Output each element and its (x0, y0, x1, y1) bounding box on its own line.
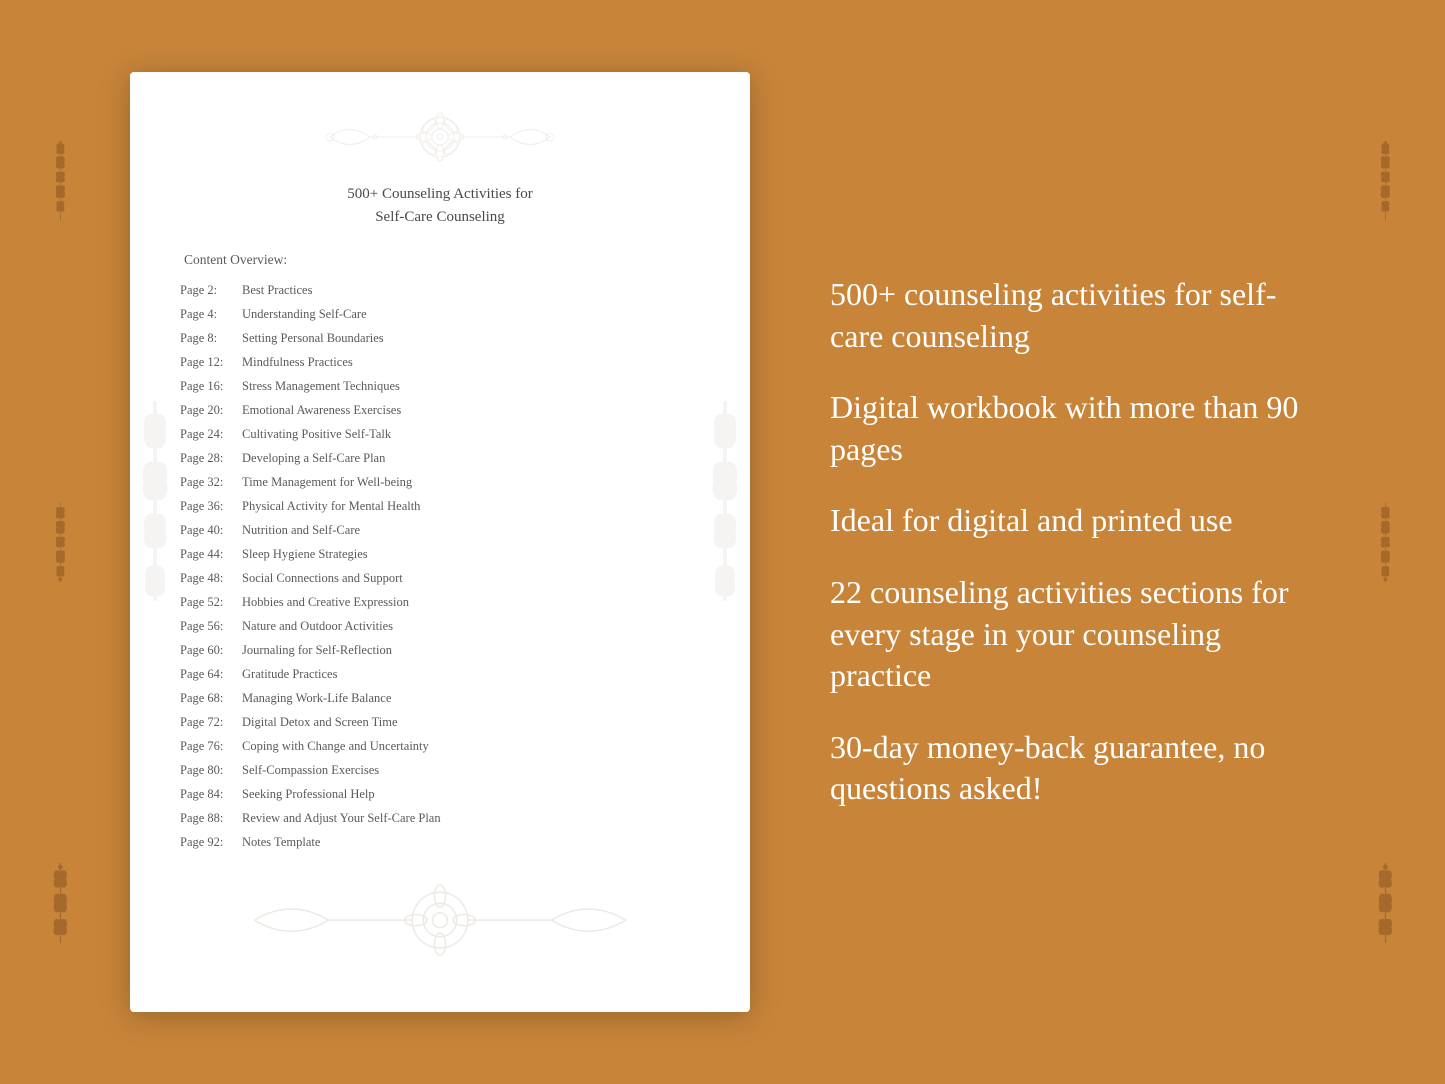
feature-text-4: 22 counseling activities sections for ev… (830, 572, 1315, 697)
content-overview-label: Content Overview: (184, 252, 700, 268)
toc-item: Page 8:Setting Personal Boundaries (180, 328, 700, 348)
toc-page-number: Page 28: (180, 448, 242, 468)
toc-item-title: Emotional Awareness Exercises (242, 400, 401, 420)
toc-page-number: Page 40: (180, 520, 242, 540)
toc-page-number: Page 88: (180, 808, 242, 828)
toc-item-title: Journaling for Self-Reflection (242, 640, 392, 660)
toc-page-number: Page 76: (180, 736, 242, 756)
toc-item-title: Stress Management Techniques (242, 376, 400, 396)
toc-item: Page 16:Stress Management Techniques (180, 376, 700, 396)
toc-page-number: Page 64: (180, 664, 242, 684)
toc-list: Page 2:Best PracticesPage 4:Understandin… (180, 280, 700, 852)
toc-item-title: Hobbies and Creative Expression (242, 592, 409, 612)
toc-item: Page 76:Coping with Change and Uncertain… (180, 736, 700, 756)
toc-item-title: Physical Activity for Mental Health (242, 496, 420, 516)
toc-item: Page 32:Time Management for Well-being (180, 472, 700, 492)
toc-item-title: Seeking Professional Help (242, 784, 375, 804)
toc-item-title: Developing a Self-Care Plan (242, 448, 385, 468)
toc-item: Page 48:Social Connections and Support (180, 568, 700, 588)
toc-page-number: Page 2: (180, 280, 242, 300)
toc-page-number: Page 56: (180, 616, 242, 636)
feature-text-1: 500+ counseling activities for self-care… (830, 274, 1315, 357)
toc-item: Page 52:Hobbies and Creative Expression (180, 592, 700, 612)
toc-item-title: Managing Work-Life Balance (242, 688, 391, 708)
toc-item: Page 88:Review and Adjust Your Self-Care… (180, 808, 700, 828)
toc-item-title: Coping with Change and Uncertainty (242, 736, 429, 756)
document-preview: 500+ Counseling Activities for Self-Care… (130, 72, 750, 1012)
toc-item-title: Digital Detox and Screen Time (242, 712, 398, 732)
toc-item: Page 24:Cultivating Positive Self-Talk (180, 424, 700, 444)
toc-item-title: Sleep Hygiene Strategies (242, 544, 368, 564)
doc-title-line1: 500+ Counseling Activities for (347, 186, 533, 202)
toc-page-number: Page 92: (180, 832, 242, 852)
feature-text-2: Digital workbook with more than 90 pages (830, 387, 1315, 470)
toc-page-number: Page 24: (180, 424, 242, 444)
toc-page-number: Page 84: (180, 784, 242, 804)
toc-item: Page 64:Gratitude Practices (180, 664, 700, 684)
toc-item-title: Review and Adjust Your Self-Care Plan (242, 808, 441, 828)
toc-item-title: Mindfulness Practices (242, 352, 353, 372)
main-content: 500+ Counseling Activities for Self-Care… (0, 0, 1445, 1084)
toc-item: Page 28:Developing a Self-Care Plan (180, 448, 700, 468)
toc-item: Page 68:Managing Work-Life Balance (180, 688, 700, 708)
toc-page-number: Page 68: (180, 688, 242, 708)
toc-item-title: Notes Template (242, 832, 320, 852)
toc-item-title: Best Practices (242, 280, 312, 300)
toc-item: Page 72:Digital Detox and Screen Time (180, 712, 700, 732)
doc-right-deco (710, 401, 740, 613)
toc-page-number: Page 72: (180, 712, 242, 732)
toc-page-number: Page 20: (180, 400, 242, 420)
toc-item: Page 2:Best Practices (180, 280, 700, 300)
toc-item-title: Nature and Outdoor Activities (242, 616, 393, 636)
toc-item-title: Setting Personal Boundaries (242, 328, 384, 348)
toc-item-title: Gratitude Practices (242, 664, 337, 684)
toc-page-number: Page 4: (180, 304, 242, 324)
doc-bottom-decoration (180, 863, 700, 962)
toc-item-title: Social Connections and Support (242, 568, 403, 588)
toc-item-title: Nutrition and Self-Care (242, 520, 360, 540)
toc-page-number: Page 12: (180, 352, 242, 372)
toc-page-number: Page 36: (180, 496, 242, 516)
floral-left-decoration (0, 0, 120, 1084)
toc-page-number: Page 8: (180, 328, 242, 348)
toc-item: Page 56:Nature and Outdoor Activities (180, 616, 700, 636)
toc-item: Page 44:Sleep Hygiene Strategies (180, 544, 700, 564)
toc-item: Page 40:Nutrition and Self-Care (180, 520, 700, 540)
floral-right-decoration (1325, 0, 1445, 1084)
toc-item: Page 84:Seeking Professional Help (180, 784, 700, 804)
toc-page-number: Page 80: (180, 760, 242, 780)
toc-item: Page 80:Self-Compassion Exercises (180, 760, 700, 780)
toc-page-number: Page 52: (180, 592, 242, 612)
doc-left-deco (140, 401, 170, 613)
toc-page-number: Page 48: (180, 568, 242, 588)
toc-item: Page 4:Understanding Self-Care (180, 304, 700, 324)
toc-item: Page 20:Emotional Awareness Exercises (180, 400, 700, 420)
toc-page-number: Page 60: (180, 640, 242, 660)
toc-item-title: Understanding Self-Care (242, 304, 367, 324)
toc-page-number: Page 32: (180, 472, 242, 492)
toc-page-number: Page 44: (180, 544, 242, 564)
doc-title-line2: Self-Care Counseling (375, 209, 505, 225)
doc-top-decoration (180, 112, 700, 167)
toc-item-title: Time Management for Well-being (242, 472, 412, 492)
toc-item: Page 36:Physical Activity for Mental Hea… (180, 496, 700, 516)
feature-text-5: 30-day money-back guarantee, no question… (830, 727, 1315, 810)
toc-item: Page 12:Mindfulness Practices (180, 352, 700, 372)
toc-item: Page 92:Notes Template (180, 832, 700, 852)
document-title: 500+ Counseling Activities for Self-Care… (180, 183, 700, 228)
toc-item-title: Cultivating Positive Self-Talk (242, 424, 391, 444)
toc-page-number: Page 16: (180, 376, 242, 396)
features-panel: 500+ counseling activities for self-care… (810, 274, 1315, 810)
feature-text-3: Ideal for digital and printed use (830, 500, 1315, 542)
toc-item-title: Self-Compassion Exercises (242, 760, 379, 780)
toc-item: Page 60:Journaling for Self-Reflection (180, 640, 700, 660)
